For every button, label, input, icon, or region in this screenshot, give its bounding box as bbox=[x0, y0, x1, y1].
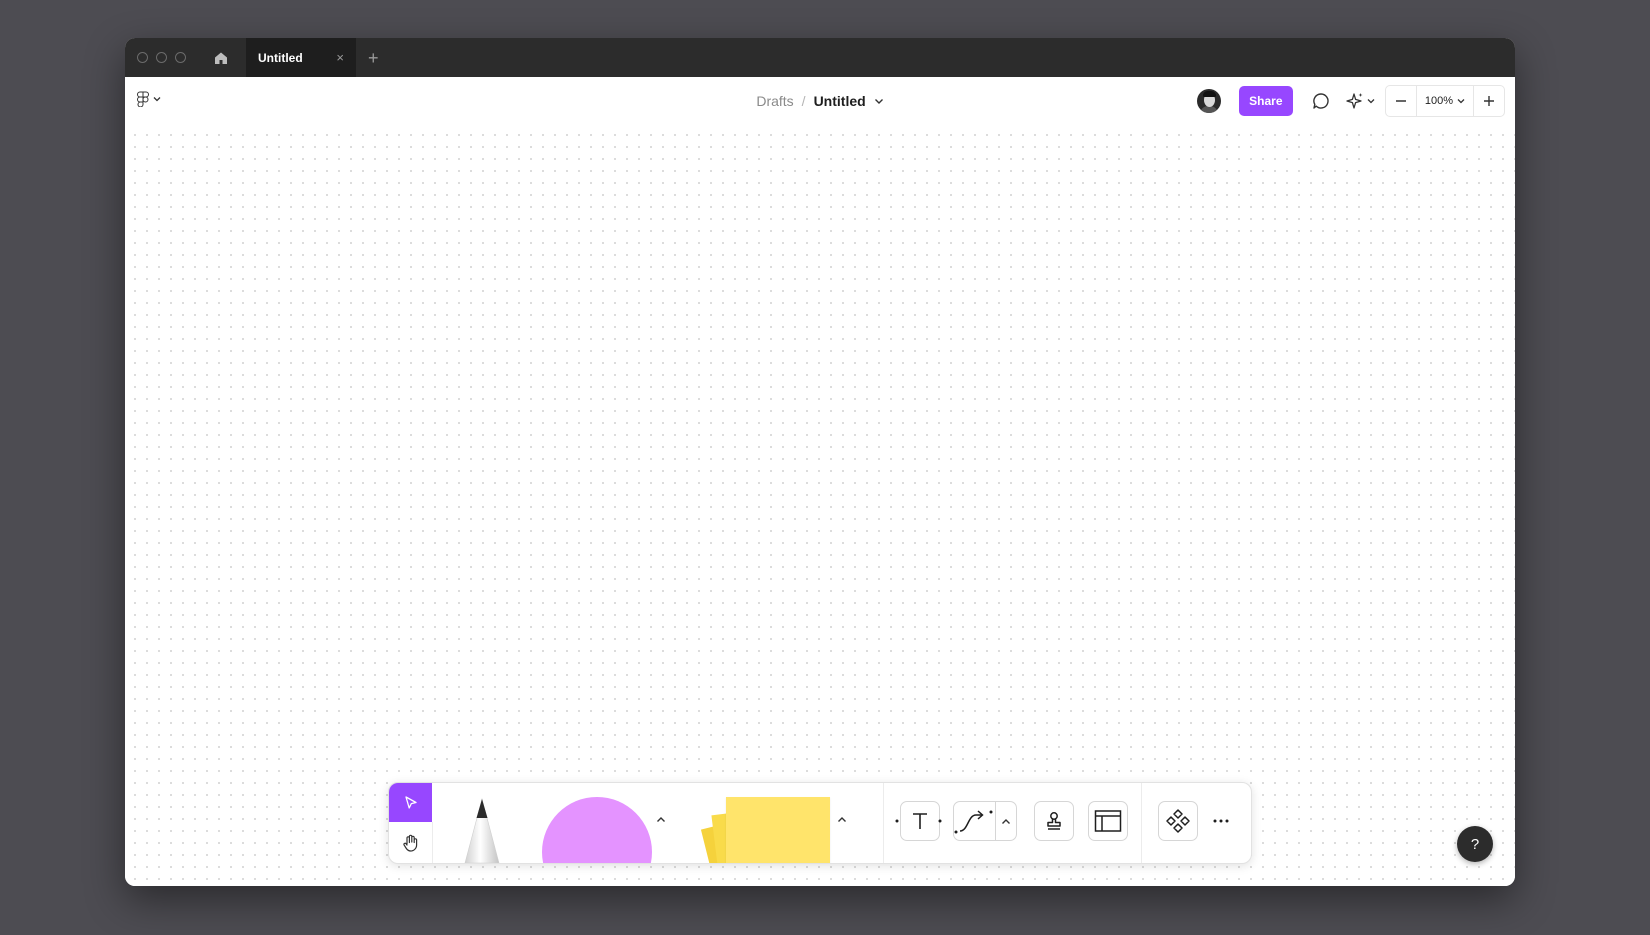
comments-button[interactable] bbox=[1305, 85, 1337, 117]
sticky-options-caret[interactable] bbox=[832, 809, 852, 829]
top-right-tools: Share 100% bbox=[1196, 85, 1505, 117]
user-avatar[interactable] bbox=[1196, 89, 1221, 113]
zoom-level-dropdown[interactable]: 100% bbox=[1415, 86, 1474, 116]
file-tab[interactable]: Untitled × bbox=[246, 38, 356, 77]
stamp-tool-button[interactable] bbox=[1034, 801, 1074, 841]
chevron-up-icon[interactable] bbox=[1001, 818, 1011, 825]
toolbar-divider bbox=[883, 783, 884, 863]
text-tool-button[interactable] bbox=[900, 801, 940, 841]
section-tool-button[interactable] bbox=[1088, 801, 1128, 841]
text-tool-dot-right bbox=[938, 819, 942, 823]
home-button[interactable] bbox=[206, 43, 236, 73]
text-tool-dot-left bbox=[895, 819, 899, 823]
top-bar: Drafts / Untitled Share 100% bbox=[125, 77, 1515, 125]
file-title[interactable]: Untitled bbox=[814, 93, 866, 109]
home-icon bbox=[215, 52, 227, 64]
breadcrumb-separator: / bbox=[801, 93, 806, 109]
sparkle-icon bbox=[1346, 93, 1363, 109]
zoom-controls: 100% bbox=[1384, 85, 1505, 117]
app-window: Untitled × + Drafts / Untitled Share 100… bbox=[125, 38, 1515, 886]
main-menu-button[interactable] bbox=[137, 91, 161, 107]
connector-tool-button[interactable] bbox=[953, 801, 1017, 841]
file-tab-label: Untitled bbox=[258, 50, 303, 65]
plus-icon bbox=[1484, 96, 1494, 106]
more-icon bbox=[1213, 819, 1229, 823]
chevron-down-icon bbox=[1457, 99, 1465, 104]
toolbar-divider bbox=[1141, 783, 1142, 863]
canvas[interactable] bbox=[125, 125, 1515, 886]
shape-tool-button[interactable] bbox=[542, 797, 652, 863]
ai-menu-button[interactable] bbox=[1345, 91, 1375, 111]
select-tool-button[interactable] bbox=[389, 783, 432, 822]
zoom-in-button[interactable] bbox=[1474, 86, 1504, 116]
bottom-toolbar bbox=[388, 782, 1252, 864]
components-tool-button[interactable] bbox=[1158, 801, 1198, 841]
close-window-button[interactable] bbox=[137, 52, 148, 63]
minus-icon bbox=[1395, 100, 1406, 102]
zoom-out-button[interactable] bbox=[1386, 86, 1416, 116]
more-tools-button[interactable] bbox=[1209, 811, 1233, 831]
text-icon bbox=[913, 813, 927, 829]
chevron-down-icon bbox=[1367, 99, 1375, 104]
comment-icon bbox=[1313, 93, 1329, 109]
breadcrumb-drafts[interactable]: Drafts bbox=[756, 93, 793, 109]
sticky-note-tool-button[interactable] bbox=[726, 797, 830, 863]
marker-tool-icon[interactable] bbox=[461, 797, 503, 863]
file-menu-chevron-icon[interactable] bbox=[874, 98, 884, 105]
share-button[interactable]: Share bbox=[1238, 86, 1293, 116]
chevron-down-icon bbox=[153, 97, 161, 102]
figma-logo-icon bbox=[137, 91, 149, 107]
new-tab-button[interactable]: + bbox=[368, 49, 379, 67]
stamp-icon bbox=[1047, 812, 1061, 830]
minimize-window-button[interactable] bbox=[156, 52, 167, 63]
help-button[interactable]: ? bbox=[1457, 826, 1493, 862]
chevron-up-icon bbox=[657, 816, 665, 822]
title-bar: Untitled × + bbox=[125, 38, 1515, 77]
zoom-level-value: 100% bbox=[1424, 95, 1453, 107]
chevron-up-icon bbox=[838, 816, 846, 822]
window-controls bbox=[137, 52, 186, 63]
section-icon bbox=[1094, 810, 1122, 832]
connector-icon bbox=[954, 810, 993, 834]
tab-close-icon[interactable]: × bbox=[336, 50, 344, 65]
shape-options-caret[interactable] bbox=[651, 809, 671, 829]
hand-icon bbox=[402, 834, 417, 852]
connector-options-divider bbox=[995, 802, 996, 840]
components-icon bbox=[1166, 809, 1190, 833]
cursor-icon bbox=[404, 795, 417, 809]
hand-tool-button[interactable] bbox=[389, 822, 433, 863]
maximize-window-button[interactable] bbox=[175, 52, 186, 63]
